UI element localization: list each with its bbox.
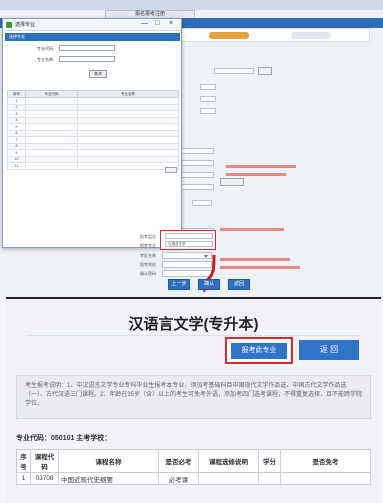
table-row[interactable]: 11 [7, 162, 179, 170]
form-button[interactable] [220, 178, 244, 186]
column-header: 课程代码 [30, 449, 59, 473]
column-header: 课程名称 [58, 449, 159, 473]
dialog-tab-strip: 选择专业 [5, 33, 180, 41]
form-field[interactable] [180, 184, 214, 190]
cell-elective-note [198, 472, 259, 485]
hint-text [220, 266, 300, 269]
minimize-button[interactable]: — [141, 20, 148, 27]
major-value[interactable]: 汉语言文学 [165, 241, 213, 247]
column-header: 序号 [7, 90, 26, 98]
column-header: 是否免考 [280, 449, 371, 473]
major-code-input[interactable] [59, 45, 115, 51]
column-header: 学分 [258, 449, 281, 473]
query-button[interactable]: 查询 [89, 70, 107, 78]
highlight-box: 报考此专业 [225, 337, 293, 364]
dialog-title: 选择专业 [15, 22, 36, 28]
major-detail-panel: 汉语言文学(专升本) 报考此专业 返 回 考生报考说明：1、中汉语言文学专业专科… [6, 297, 381, 503]
dialog-titlebar: 选择专业 — □ × [3, 19, 181, 31]
form-label: 确认密码 [140, 271, 156, 276]
form-field[interactable] [214, 68, 254, 74]
major-list-table: 序号 专业代码 专业名称 1 2 3 4 5 6 7 8 9 10 11 [7, 90, 179, 170]
step-next [291, 32, 331, 39]
major-name-input[interactable] [59, 56, 115, 62]
pagination-text: · [63, 168, 65, 172]
apply-major-button[interactable]: 报考此专业 [231, 343, 287, 359]
select-major-dialog: 选择专业 — □ × 选择专业 专业代码: 专业名称: 查询 序号 专业代码 专… [2, 18, 182, 248]
confirm-button[interactable]: 确认 [198, 279, 220, 290]
maximize-button[interactable]: □ [155, 20, 159, 27]
table-row: 1 03708 中国近现代史纲要 必考课 [16, 472, 371, 485]
major-name-label: 专业名称: [37, 57, 55, 62]
cell-course-code: 03708 [30, 472, 59, 485]
row-index: 11 [7, 162, 26, 170]
window-header-bar [0, 0, 383, 10]
form-field[interactable] [180, 172, 214, 178]
step-current [209, 32, 249, 39]
back-button[interactable]: 返 回 [299, 340, 359, 360]
row-name [77, 162, 179, 170]
cell-required: 必考课 [158, 472, 199, 485]
pagination-go-button[interactable] [165, 167, 177, 173]
form-field[interactable] [200, 108, 216, 114]
column-header: 专业名称 [77, 90, 179, 98]
exam-notice: 考生报考说明：1、中汉语言文学专业专科毕业生报考本专业，须加考基础科目中国现代文… [16, 375, 371, 419]
highlighted-major-field: 汉语言文学 [160, 230, 216, 250]
course-table: 序号 课程代码 课程名称 是否必考 课程选修说明 学分 是否免考 1 03708… [16, 449, 371, 485]
cell-exempt [280, 472, 371, 485]
window-title: 报名报考注册 [134, 11, 165, 17]
hint-text [226, 165, 296, 168]
column-header: 是否必考 [158, 449, 199, 473]
column-header: 专业代码 [25, 90, 78, 98]
hint-text [220, 258, 290, 261]
cell-index: 1 [16, 472, 31, 485]
form-label: 报考专业 [140, 243, 156, 248]
form-field[interactable] [200, 84, 216, 90]
page-title: 汉语言文学(专升本) [128, 316, 259, 333]
hint-text [226, 173, 286, 176]
app-icon [6, 22, 12, 28]
form-label: 报考层次 [140, 234, 156, 239]
registration-window-screenshot: 报名报考注册 选择专业 — □ × 选择专业 专业代码: 专业名称: 查询 序号… [0, 0, 383, 297]
hint-text [220, 228, 284, 231]
row-code [25, 162, 78, 170]
tab-select-major[interactable]: 选择专业 [9, 34, 25, 40]
form-field[interactable] [192, 200, 212, 206]
column-header: 序号 [16, 449, 31, 473]
form-button[interactable] [258, 67, 272, 75]
previous-step-button[interactable]: 上一步 [168, 279, 190, 290]
cell-credits [258, 472, 281, 485]
major-code-label: 专业代码: [37, 46, 55, 51]
return-button[interactable]: 返回 [228, 279, 250, 290]
form-field[interactable] [180, 160, 214, 166]
form-label: 考区名称 [140, 253, 156, 258]
cell-course-name: 中国近现代史纲要 [58, 472, 159, 485]
form-field[interactable] [180, 148, 214, 154]
progress-steps [180, 28, 370, 42]
major-code-line: 专业代码：050101 主考学校： [16, 435, 112, 442]
form-field[interactable] [200, 96, 216, 102]
form-label: 报考院校 [140, 262, 156, 267]
close-button[interactable]: × [169, 20, 173, 27]
divider [26, 335, 361, 336]
column-header: 课程选修说明 [198, 449, 259, 473]
level-value[interactable] [165, 233, 213, 239]
